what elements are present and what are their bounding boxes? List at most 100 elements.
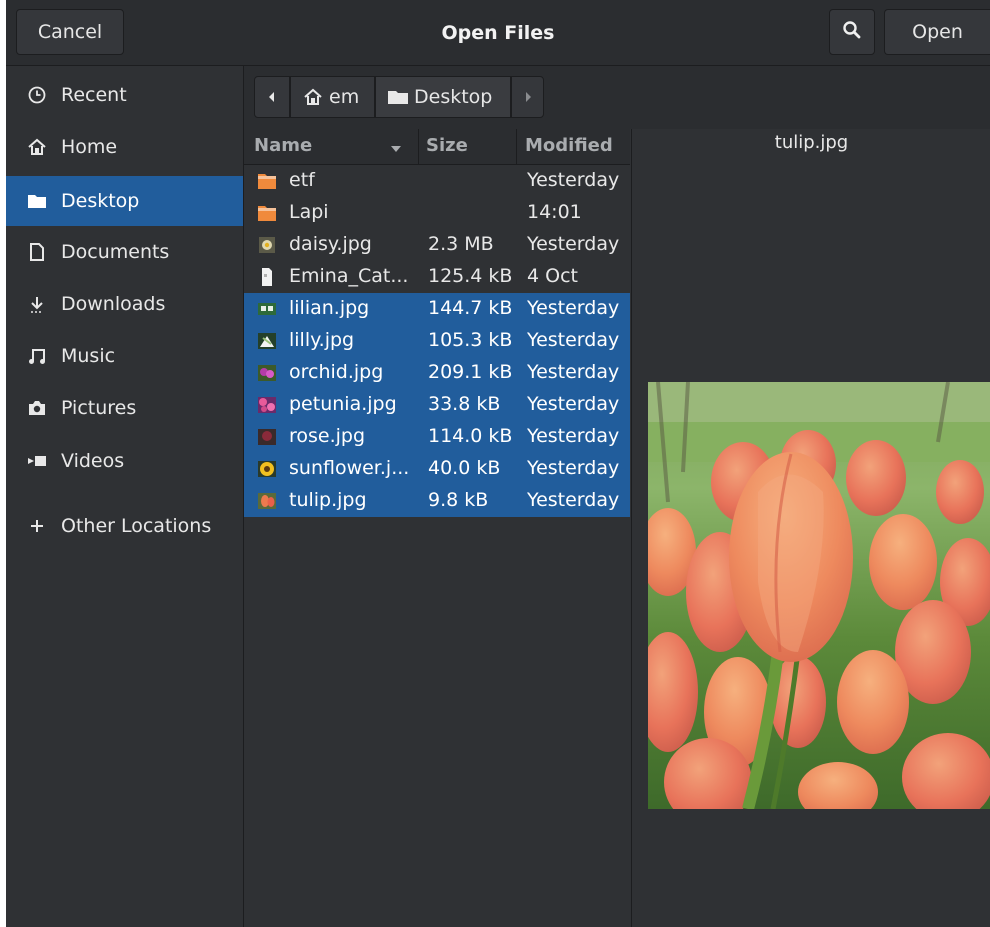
sidebar-item-pictures[interactable]: Pictures — [6, 384, 243, 432]
sidebar-item-label: Home — [61, 136, 118, 158]
document-icon — [26, 241, 48, 263]
file-row[interactable]: petunia.jpg 33.8 kB Yesterday — [244, 389, 630, 421]
file-size: 2.3 MB — [428, 233, 494, 255]
video-icon — [26, 450, 48, 472]
file-size: 33.8 kB — [428, 393, 501, 415]
sidebar-item-desktop[interactable]: Desktop — [6, 176, 243, 226]
file-name: petunia.jpg — [289, 393, 397, 415]
image-thumbnail-icon — [257, 300, 277, 318]
path-bar: em Desktop — [244, 66, 990, 129]
sidebar-item-other-locations[interactable]: Other Locations — [6, 502, 243, 550]
file-row[interactable]: lilly.jpg 105.3 kB Yesterday — [244, 325, 630, 357]
sidebar-item-recent[interactable]: Recent — [6, 71, 243, 119]
file-list-header: Name Size Modified — [244, 129, 630, 165]
sidebar-item-label: Videos — [61, 450, 125, 472]
file-name: orchid.jpg — [289, 361, 384, 383]
file-name: Lapi — [289, 201, 329, 223]
plus-icon — [26, 515, 48, 537]
cancel-button[interactable]: Cancel — [16, 9, 124, 55]
open-button[interactable]: Open — [884, 9, 990, 55]
column-header-name[interactable]: Name — [254, 135, 312, 156]
file-modified: Yesterday — [527, 233, 620, 255]
preview-filename: tulip.jpg — [774, 132, 849, 153]
search-button[interactable] — [829, 9, 875, 55]
image-thumbnail-icon — [257, 396, 277, 414]
camera-icon — [26, 397, 48, 419]
sidebar-item-home[interactable]: Home — [6, 123, 243, 171]
file-row[interactable]: rose.jpg 114.0 kB Yesterday — [244, 421, 630, 453]
folder-icon — [387, 88, 409, 106]
file-name: rose.jpg — [289, 425, 366, 447]
file-row[interactable]: lilian.jpg 144.7 kB Yesterday — [244, 293, 630, 325]
sort-chevron-down-icon — [390, 137, 402, 158]
file-name: sunflower.j... — [289, 457, 410, 479]
preview-pane: tulip.jpg — [631, 129, 990, 927]
file-modified: Yesterday — [527, 489, 620, 511]
path-forward-button[interactable] — [511, 76, 544, 118]
preview-image — [648, 382, 990, 809]
sidebar-item-music[interactable]: Music — [6, 332, 243, 380]
file-modified: 4 Oct — [527, 265, 578, 287]
column-divider — [516, 129, 517, 164]
sidebar-item-documents[interactable]: Documents — [6, 228, 243, 276]
folder-icon — [257, 172, 277, 190]
file-modified: Yesterday — [527, 425, 620, 447]
file-size: 209.1 kB — [428, 361, 513, 383]
sidebar-item-label: Music — [61, 345, 116, 367]
file-name: lilian.jpg — [289, 297, 370, 319]
sidebar-item-label: Desktop — [61, 190, 140, 212]
image-thumbnail-icon — [257, 460, 277, 478]
path-home-button[interactable]: em — [290, 76, 375, 118]
file-size: 114.0 kB — [428, 425, 513, 447]
file-modified: 14:01 — [527, 201, 582, 223]
file-name: etf — [289, 169, 315, 191]
search-icon — [842, 20, 862, 45]
column-divider — [418, 129, 419, 164]
download-icon — [26, 293, 48, 315]
sidebar-item-label: Recent — [61, 84, 127, 106]
file-row[interactable]: tulip.jpg 9.8 kB Yesterday — [244, 485, 630, 517]
home-icon — [26, 136, 48, 158]
folder-icon — [257, 204, 277, 222]
column-header-size[interactable]: Size — [426, 135, 468, 156]
header-bar: Cancel Open Files Open — [6, 0, 990, 66]
image-thumbnail-icon — [257, 364, 277, 382]
music-icon — [26, 345, 48, 367]
sidebar-item-label: Other Locations — [61, 515, 212, 537]
file-size: 105.3 kB — [428, 329, 513, 351]
sidebar-item-downloads[interactable]: Downloads — [6, 280, 243, 328]
path-desktop-label: Desktop — [414, 86, 493, 108]
file-modified: Yesterday — [527, 169, 620, 191]
file-row[interactable]: sunflower.j... 40.0 kB Yesterday — [244, 453, 630, 485]
sidebar-item-videos[interactable]: Videos — [6, 437, 243, 485]
file-modified: Yesterday — [527, 329, 620, 351]
file-icon — [257, 268, 277, 286]
file-row[interactable]: orchid.jpg 209.1 kB Yesterday — [244, 357, 630, 389]
file-size: 9.8 kB — [428, 489, 489, 511]
file-row[interactable]: Emina_Cat... 125.4 kB 4 Oct — [244, 261, 630, 293]
image-thumbnail-icon — [257, 332, 277, 350]
sidebar-item-label: Documents — [61, 241, 170, 263]
places-sidebar: Recent Home Desktop Documents Downloads … — [6, 66, 244, 927]
chevron-left-icon — [267, 86, 277, 108]
file-row[interactable]: daisy.jpg 2.3 MB Yesterday — [244, 229, 630, 261]
image-thumbnail-icon — [257, 236, 277, 254]
file-size: 125.4 kB — [428, 265, 513, 287]
clock-icon — [26, 84, 48, 106]
path-home-label: em — [329, 86, 360, 108]
sidebar-item-label: Pictures — [61, 397, 137, 419]
column-header-modified[interactable]: Modified — [525, 135, 613, 156]
file-row[interactable]: etf Yesterday — [244, 165, 630, 197]
chevron-right-icon — [523, 86, 533, 108]
path-desktop-button[interactable]: Desktop — [375, 76, 511, 118]
sidebar-item-label: Downloads — [61, 293, 166, 315]
folder-icon — [26, 190, 48, 212]
file-modified: Yesterday — [527, 297, 620, 319]
file-name: lilly.jpg — [289, 329, 355, 351]
image-thumbnail-icon — [257, 428, 277, 446]
path-back-button[interactable] — [254, 76, 290, 118]
file-row[interactable]: Lapi 14:01 — [244, 197, 630, 229]
file-size: 144.7 kB — [428, 297, 513, 319]
home-icon — [303, 87, 323, 107]
file-name: daisy.jpg — [289, 233, 372, 255]
